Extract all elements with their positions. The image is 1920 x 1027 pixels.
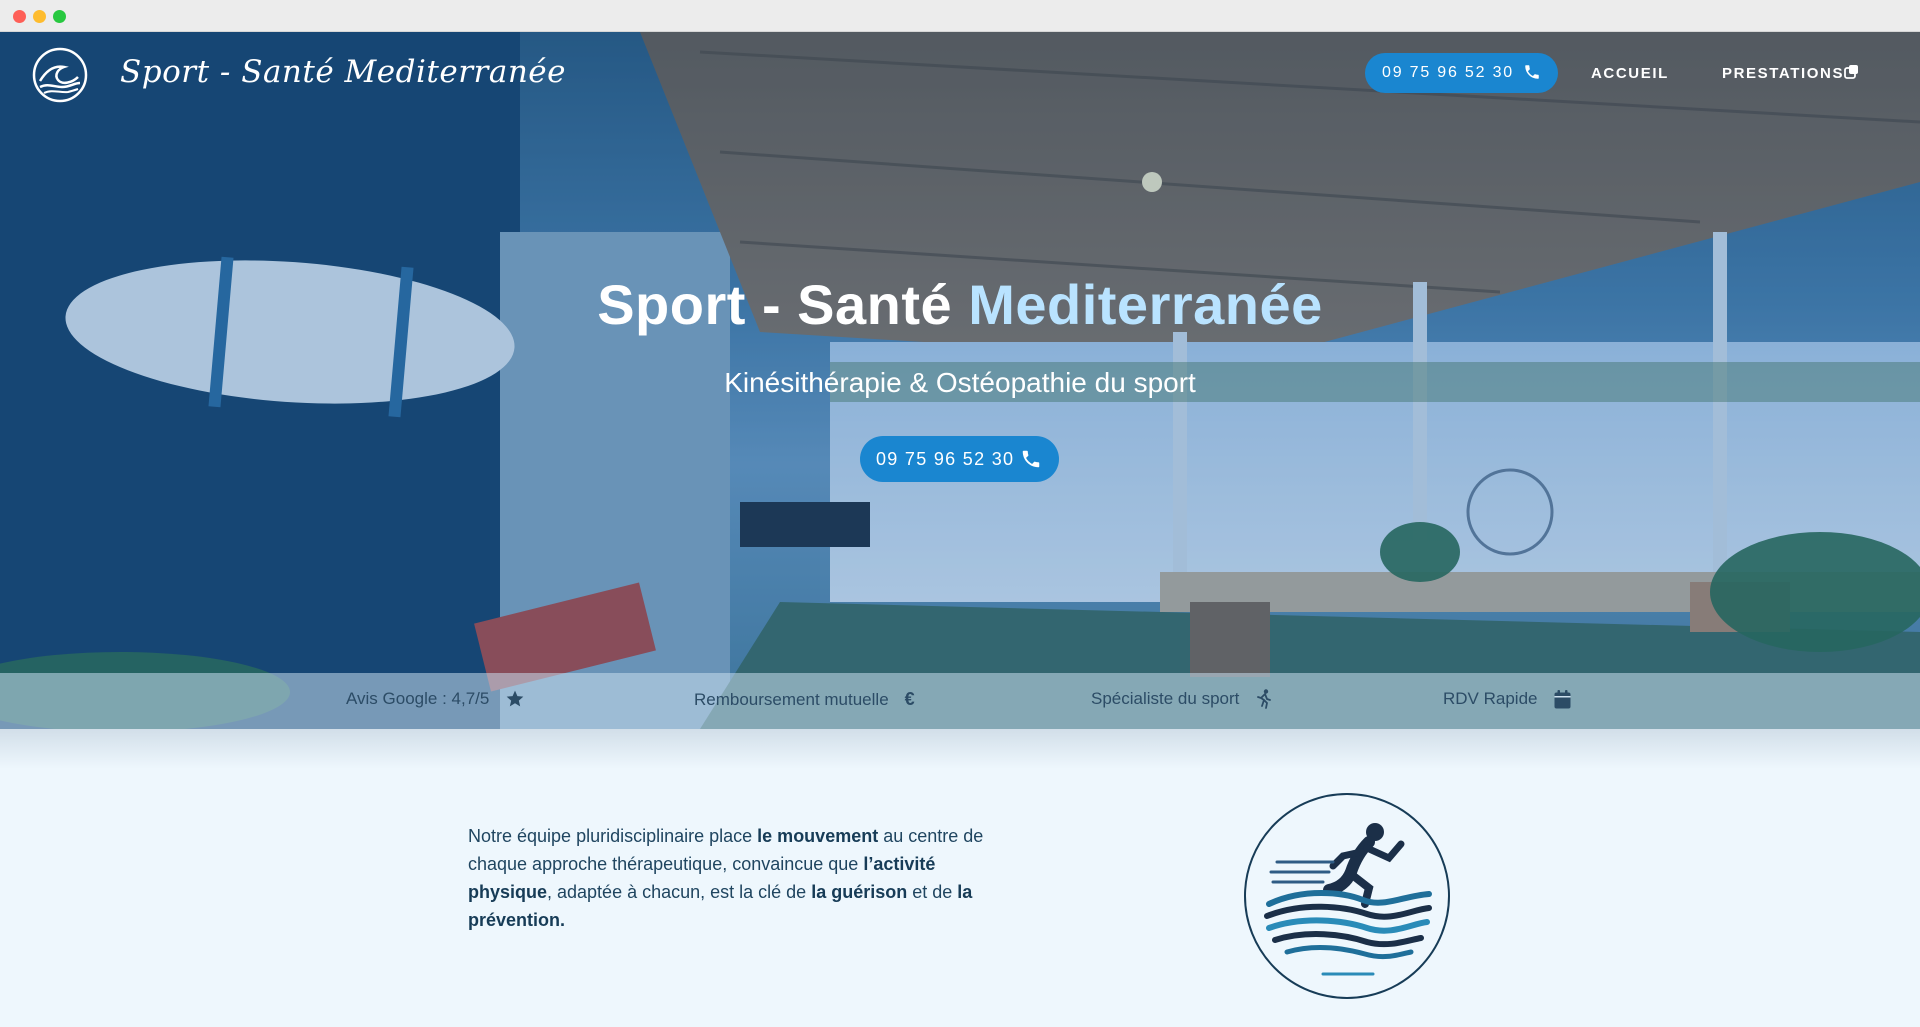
window-chrome bbox=[0, 0, 1920, 32]
hero-title: Sport - Santé Mediterranée bbox=[0, 272, 1920, 337]
intro-highlight: la guérison bbox=[811, 882, 908, 902]
nav-prestations[interactable]: PRESTATIONS bbox=[1722, 65, 1844, 82]
euro-icon: € bbox=[904, 689, 915, 709]
hero-section: Sport - Santé Mediterranée 09 75 96 52 3… bbox=[0, 32, 1920, 729]
hero-shadow bbox=[0, 729, 1920, 769]
brand-name[interactable]: Sport - Santé Mediterranée bbox=[120, 54, 566, 90]
feature-strip: Avis Google : 4,7/5 Remboursement mutuel… bbox=[0, 673, 1920, 729]
hero-phone-button[interactable]: 09 75 96 52 30 bbox=[860, 436, 1059, 482]
intro-highlight: le mouvement bbox=[757, 826, 879, 846]
feature-specialiste: Spécialiste du sport bbox=[1091, 689, 1273, 709]
running-icon bbox=[1257, 689, 1272, 709]
external-link-icon bbox=[1844, 65, 1858, 79]
feature-remboursement: Remboursement mutuelle € bbox=[694, 689, 915, 710]
phone-icon bbox=[1022, 450, 1040, 468]
intro-text: et de bbox=[907, 882, 958, 902]
close-window-button[interactable] bbox=[13, 10, 26, 23]
hero-phone-number: 09 75 96 52 30 bbox=[876, 448, 1015, 469]
hero-subtitle: Kinésithérapie & Ostéopathie du sport bbox=[724, 367, 1196, 398]
maximize-window-button[interactable] bbox=[53, 10, 66, 23]
phone-icon bbox=[1525, 65, 1539, 79]
intro-text: , adaptée à chacun, est la clé de bbox=[547, 882, 812, 902]
hero-title-main: Sport - Santé bbox=[597, 273, 969, 336]
feature-google-rating: Avis Google : 4,7/5 bbox=[346, 689, 525, 709]
header-phone-number: 09 75 96 52 30 bbox=[1382, 64, 1514, 81]
feature-rdv: RDV Rapide bbox=[1443, 689, 1571, 709]
feature-label: Spécialiste du sport bbox=[1091, 689, 1240, 708]
feature-label: RDV Rapide bbox=[1443, 689, 1538, 708]
wave-logo-icon[interactable] bbox=[32, 47, 88, 103]
minimize-window-button[interactable] bbox=[33, 10, 46, 23]
feature-label: Remboursement mutuelle bbox=[694, 689, 889, 709]
feature-label: Avis Google : 4,7/5 bbox=[346, 689, 490, 708]
runner-emblem-icon bbox=[1244, 793, 1450, 999]
intro-paragraph: Notre équipe pluridisciplinaire place le… bbox=[468, 822, 988, 934]
calendar-icon bbox=[1554, 689, 1570, 708]
star-icon bbox=[507, 690, 524, 707]
intro-text: Notre équipe pluridisciplinaire place bbox=[468, 826, 758, 846]
nav-accueil[interactable]: ACCUEIL bbox=[1591, 65, 1669, 82]
header-phone-button[interactable]: 09 75 96 52 30 bbox=[1365, 53, 1558, 93]
hero-title-accent: Mediterranée bbox=[968, 273, 1323, 336]
